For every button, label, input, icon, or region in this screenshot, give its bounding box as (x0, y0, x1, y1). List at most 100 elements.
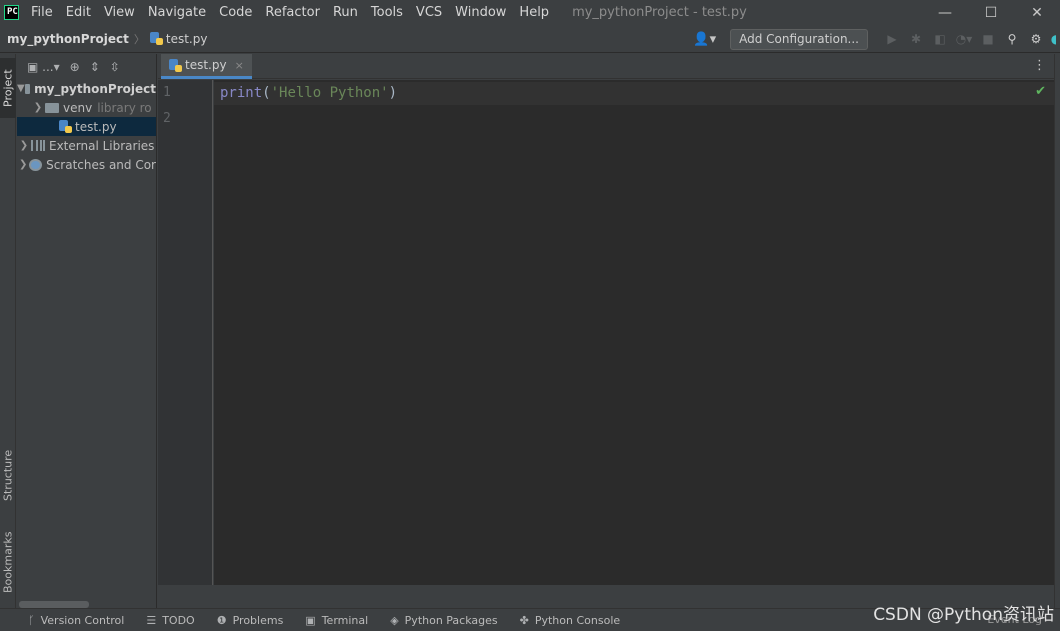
structure-tool-button[interactable]: Structure (0, 440, 16, 510)
settings-gear-icon[interactable]: ⚙ (1024, 32, 1048, 46)
project-view-dropdown[interactable]: ▣ ...▾ (27, 60, 60, 74)
expand-all-icon[interactable]: ⇕ (90, 60, 100, 74)
menu-refactor[interactable]: Refactor (265, 5, 320, 20)
code-string: 'Hello Python' (270, 85, 389, 101)
line-number: 1 (163, 85, 171, 100)
menu-edit[interactable]: Edit (66, 5, 91, 20)
folder-icon (24, 83, 31, 94)
menu-bar: PC File Edit View Navigate Code Refactor… (0, 0, 1060, 25)
scratches-icon (29, 158, 43, 171)
menu-code[interactable]: Code (219, 5, 252, 20)
menu-run[interactable]: Run (333, 5, 358, 20)
close-button[interactable]: ✕ (1014, 0, 1060, 25)
python-packages-button[interactable]: ◈ Python Packages (390, 614, 497, 627)
tree-item-root[interactable]: ▼ my_pythonProject (17, 79, 156, 98)
search-icon[interactable]: ⚲ (1000, 32, 1024, 46)
terminal-icon: ▣ (305, 613, 316, 627)
tab-close-icon[interactable]: × (235, 59, 244, 72)
tree-item-test-py[interactable]: test.py (17, 117, 156, 136)
plugin-icon[interactable]: ◖ (1048, 32, 1060, 46)
python-file-icon (169, 58, 182, 72)
code-line-1[interactable]: print('Hello Python') (220, 85, 397, 101)
debug-icon[interactable]: ✱ (904, 32, 928, 46)
tree-item-label: Scratches and Cor (46, 157, 156, 172)
navigation-bar: my_pythonProject 〉 test.py 👤▾ Add Config… (0, 25, 1060, 53)
tree-item-label: venv (63, 100, 93, 115)
python-file-icon (149, 32, 163, 45)
editor-tab-bar: test.py × ⋮ (158, 54, 1054, 79)
code-editor[interactable]: print('Hello Python') ✔ (214, 80, 1054, 585)
status-label: Python Console (534, 613, 621, 627)
menu-navigate[interactable]: Navigate (148, 5, 206, 20)
todo-button[interactable]: ☰ TODO (146, 614, 194, 627)
more-options-icon[interactable]: ⋮ (1033, 58, 1046, 73)
tree-item-hint: library ro (97, 100, 152, 115)
folder-icon (45, 102, 59, 113)
python-icon: ✤ (519, 613, 529, 627)
tree-item-external-libraries[interactable]: ❯ External Libraries (17, 136, 156, 155)
coverage-icon[interactable]: ◧ (928, 32, 952, 46)
minimize-button[interactable]: — (922, 0, 968, 25)
layers-icon: ◈ (390, 613, 399, 627)
status-label: Terminal (321, 613, 369, 627)
breadcrumb-project[interactable]: my_pythonProject (7, 32, 129, 46)
terminal-button[interactable]: ▣ Terminal (305, 614, 368, 627)
chevron-right-icon[interactable]: ❯ (17, 159, 29, 170)
editor-gutter: 1 2 (158, 80, 213, 585)
bookmarks-tool-button[interactable]: Bookmarks (0, 522, 16, 602)
menu-file[interactable]: File (31, 5, 53, 20)
breadcrumb-file-label: test.py (165, 31, 208, 46)
project-panel-toolbar: ▣ ...▾ ⊕ ⇕ ⇳ (17, 54, 156, 79)
horizontal-scrollbar[interactable] (19, 601, 89, 608)
tree-item-scratches[interactable]: ❯ Scratches and Cor (17, 155, 156, 174)
stop-icon[interactable]: ■ (976, 32, 1000, 46)
project-panel: ▣ ...▾ ⊕ ⇕ ⇳ ▼ my_pythonProject ❯ venv l… (17, 54, 157, 608)
tree-item-label: my_pythonProject (34, 81, 156, 96)
code-paren-close: ) (388, 85, 398, 101)
tree-item-venv[interactable]: ❯ venv library ro (17, 98, 156, 117)
add-configuration-button[interactable]: Add Configuration... (730, 28, 868, 50)
maximize-button[interactable]: ☐ (968, 0, 1014, 25)
library-icon (31, 140, 45, 151)
info-icon: ❶ (216, 613, 227, 627)
breadcrumb-separator: 〉 (133, 32, 145, 46)
profile-icon[interactable]: ◔▾ (952, 32, 976, 46)
tab-label: test.py (185, 58, 227, 72)
python-file-icon (59, 120, 72, 133)
status-label: Version Control (40, 613, 125, 627)
csdn-watermark: CSDN @Python资讯站 (873, 605, 1054, 625)
status-label: Python Packages (404, 613, 498, 627)
status-label: TODO (162, 613, 195, 627)
tree-item-label: test.py (75, 119, 117, 134)
menu-tools[interactable]: Tools (371, 5, 403, 20)
run-icon[interactable]: ▶ (880, 32, 904, 46)
menu-vcs[interactable]: VCS (416, 5, 442, 20)
status-label: Problems (232, 613, 284, 627)
menu-window[interactable]: Window (455, 5, 506, 20)
window-title: my_pythonProject - test.py (572, 5, 747, 20)
line-number: 2 (163, 111, 171, 126)
locate-file-icon[interactable]: ⊕ (70, 60, 80, 74)
left-tool-stripe: Project Structure Bookmarks (0, 54, 16, 608)
project-tool-button[interactable]: Project (0, 58, 16, 118)
code-paren-open: ( (262, 85, 271, 101)
tab-test-py[interactable]: test.py × (161, 54, 252, 79)
menu-help[interactable]: Help (519, 5, 549, 20)
problems-button[interactable]: ❶ Problems (217, 614, 284, 627)
chevron-down-icon[interactable]: ▼ (17, 83, 25, 94)
menu-view[interactable]: View (104, 5, 135, 20)
chevron-right-icon[interactable]: ❯ (31, 102, 45, 113)
version-control-button[interactable]: ᚴ Version Control (28, 614, 124, 627)
collapse-all-icon[interactable]: ⇳ (110, 60, 120, 74)
pycharm-logo-icon: PC (4, 5, 19, 20)
tree-item-label: External Libraries (49, 138, 155, 153)
list-icon: ☰ (146, 613, 157, 627)
no-problems-check-icon[interactable]: ✔ (1035, 84, 1046, 99)
right-tool-stripe (1054, 54, 1060, 608)
user-icon[interactable]: 👤▾ (693, 32, 716, 47)
python-console-button[interactable]: ✤ Python Console (520, 614, 621, 627)
code-builtin-print: print (220, 85, 263, 101)
chevron-right-icon[interactable]: ❯ (17, 140, 31, 151)
breadcrumb-file[interactable]: test.py (149, 31, 208, 46)
branch-icon: ᚴ (28, 613, 35, 627)
